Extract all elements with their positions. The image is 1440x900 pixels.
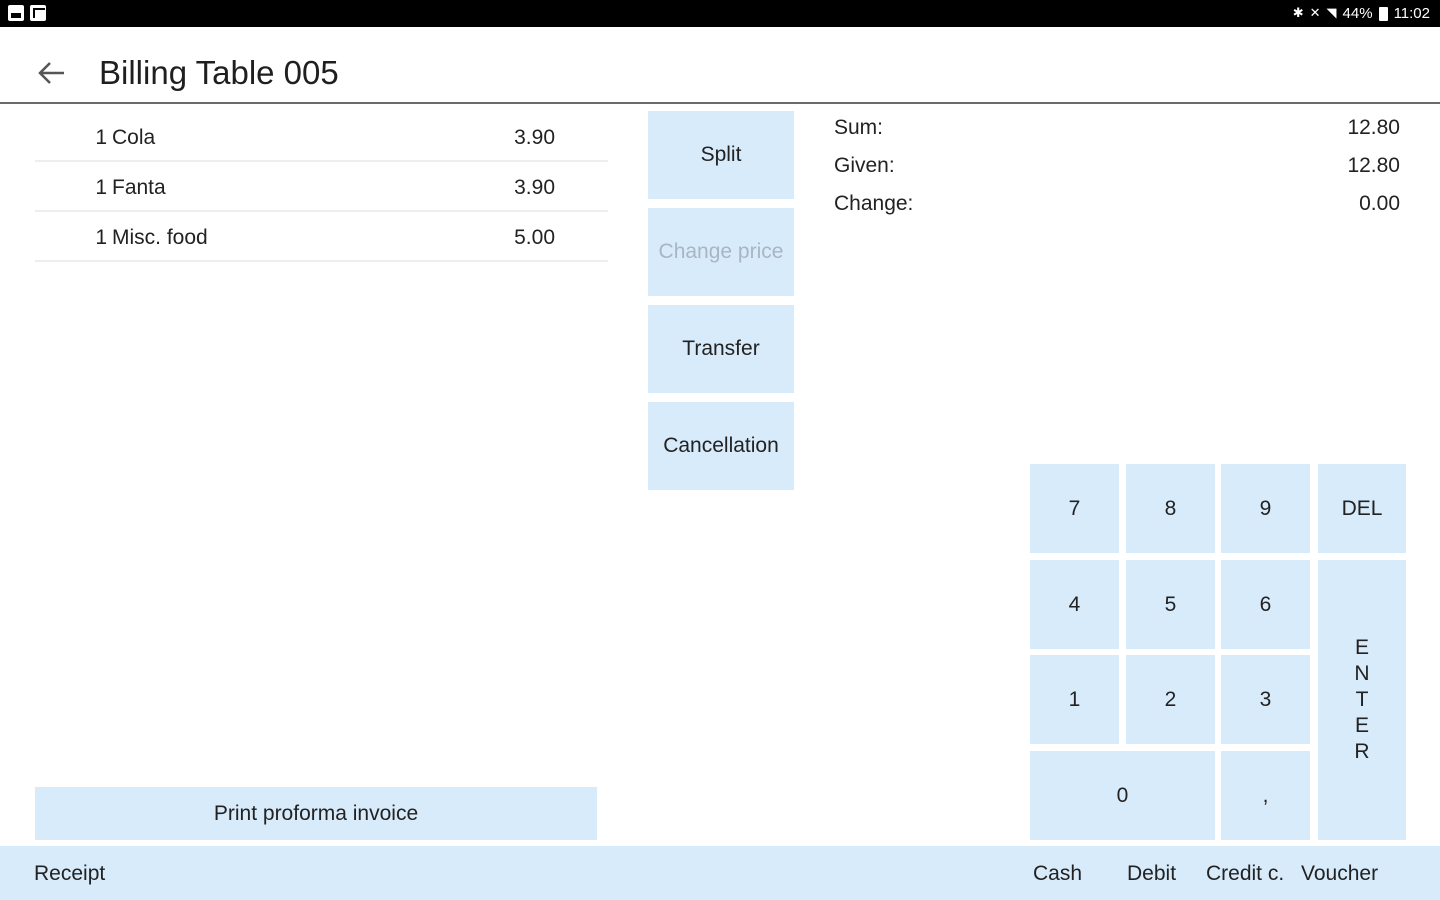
key-2[interactable]: 2 bbox=[1126, 655, 1215, 744]
app-bar: Billing Table 005 bbox=[0, 27, 1440, 104]
order-row[interactable]: 1 Cola 3.90 bbox=[35, 112, 608, 162]
key-5[interactable]: 5 bbox=[1126, 560, 1215, 649]
key-8[interactable]: 8 bbox=[1126, 464, 1215, 553]
key-6[interactable]: 6 bbox=[1221, 560, 1310, 649]
transfer-button[interactable]: Transfer bbox=[648, 305, 794, 393]
enter-button[interactable]: E N T E R bbox=[1318, 560, 1406, 840]
order-row[interactable]: 1 Fanta 3.90 bbox=[35, 162, 608, 212]
status-bar-left-icons bbox=[8, 5, 46, 21]
order-name: Cola bbox=[112, 126, 156, 149]
given-row: Given: 12.80 bbox=[834, 150, 1400, 188]
key-7[interactable]: 7 bbox=[1030, 464, 1119, 553]
key-4[interactable]: 4 bbox=[1030, 560, 1119, 649]
key-3[interactable]: 3 bbox=[1221, 655, 1310, 744]
payment-bottom-bar: Receipt Cash Debit Credit c. Voucher bbox=[0, 846, 1440, 900]
cash-button[interactable]: Cash bbox=[1033, 862, 1082, 886]
photo-icon bbox=[8, 5, 24, 21]
enter-letter: R bbox=[1354, 740, 1370, 763]
change-value: 0.00 bbox=[1359, 192, 1400, 215]
debit-button[interactable]: Debit bbox=[1127, 862, 1176, 886]
page-title: Billing Table 005 bbox=[99, 54, 339, 91]
order-qty: 1 bbox=[95, 226, 107, 249]
mute-icon: ✕ bbox=[1309, 5, 1321, 20]
print-proforma-invoice-button[interactable]: Print proforma invoice bbox=[35, 787, 597, 840]
cancellation-button[interactable]: Cancellation bbox=[648, 402, 794, 490]
order-price: 3.90 bbox=[514, 126, 555, 149]
key-del[interactable]: DEL bbox=[1318, 464, 1406, 553]
wifi-icon: ◥ bbox=[1326, 5, 1337, 20]
enter-letter: N bbox=[1354, 662, 1370, 685]
arrow-left-icon[interactable] bbox=[34, 55, 70, 91]
change-label: Change: bbox=[834, 192, 914, 215]
given-value: 12.80 bbox=[1347, 154, 1400, 177]
order-qty: 1 bbox=[95, 176, 107, 199]
voucher-button[interactable]: Voucher bbox=[1301, 862, 1378, 886]
key-9[interactable]: 9 bbox=[1221, 464, 1310, 553]
key-1[interactable]: 1 bbox=[1030, 655, 1119, 744]
enter-letter: T bbox=[1355, 688, 1369, 711]
credit-card-button[interactable]: Credit c. bbox=[1206, 862, 1284, 886]
status-time: 11:02 bbox=[1393, 4, 1430, 22]
split-button[interactable]: Split bbox=[648, 111, 794, 199]
payment-summary: Sum: 12.80 Given: 12.80 Change: 0.00 bbox=[834, 112, 1400, 226]
change-row: Change: 0.00 bbox=[834, 188, 1400, 226]
battery-percent: 44% bbox=[1342, 4, 1373, 22]
given-label: Given: bbox=[834, 154, 895, 177]
enter-letter: E bbox=[1354, 636, 1369, 659]
sum-label: Sum: bbox=[834, 116, 884, 139]
note-icon bbox=[30, 5, 46, 21]
key-0[interactable]: 0 bbox=[1030, 751, 1215, 840]
status-bar: ✱ ✕ ◥ 44% 11:02 bbox=[0, 0, 1440, 27]
enter-letter: E bbox=[1354, 714, 1369, 737]
sum-row: Sum: 12.80 bbox=[834, 112, 1400, 150]
order-row[interactable]: 1 Misc. food 5.00 bbox=[35, 212, 608, 262]
status-bar-right: ✱ ✕ ◥ 44% 11:02 bbox=[1293, 4, 1430, 22]
order-price: 5.00 bbox=[514, 226, 555, 249]
bluetooth-icon: ✱ bbox=[1292, 5, 1304, 20]
order-list: 1 Cola 3.90 1 Fanta 3.90 1 Misc. food 5.… bbox=[35, 112, 608, 262]
sum-value: 12.80 bbox=[1347, 116, 1400, 139]
change-price-button[interactable]: Change price bbox=[648, 208, 794, 296]
receipt-tab[interactable]: Receipt bbox=[34, 862, 105, 886]
order-qty: 1 bbox=[95, 126, 107, 149]
key-comma[interactable]: , bbox=[1221, 751, 1310, 840]
battery-icon bbox=[1378, 7, 1388, 21]
order-price: 3.90 bbox=[514, 176, 555, 199]
order-name: Fanta bbox=[112, 176, 166, 199]
order-name: Misc. food bbox=[112, 226, 208, 249]
